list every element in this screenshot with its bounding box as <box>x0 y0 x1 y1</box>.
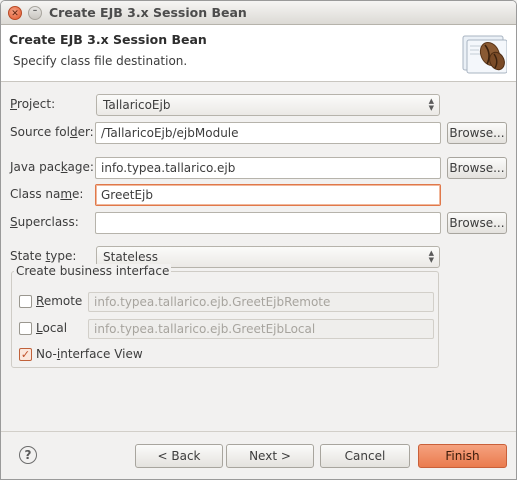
combo-arrows-icon: ▲ ▼ <box>428 249 434 264</box>
state-type-value: Stateless <box>103 250 158 264</box>
wizard-page-description: Specify class file destination. <box>13 54 188 68</box>
source-folder-input[interactable]: /TallaricoEjb/ejbModule <box>95 122 441 144</box>
title-bar[interactable]: ✕ – Create EJB 3.x Session Bean <box>1 1 516 25</box>
cancel-button[interactable]: Cancel <box>320 444 410 468</box>
next-button[interactable]: Next > <box>226 444 314 468</box>
remote-interface-input: info.typea.tallarico.ejb.GreetEjbRemote <box>88 292 434 312</box>
state-type-label: State type: <box>10 249 77 263</box>
local-label: Local <box>36 321 68 335</box>
project-value: TallaricoEjb <box>103 98 171 112</box>
dialog-window: ✕ – Create EJB 3.x Session Bean Create E… <box>0 0 517 480</box>
combo-arrows-icon: ▲ ▼ <box>428 97 434 112</box>
coffee-bean-icon <box>462 35 507 74</box>
browse-package-button[interactable]: Browse... <box>447 157 507 179</box>
close-window-icon[interactable]: ✕ <box>8 6 22 20</box>
class-name-input[interactable]: GreetEjb <box>95 184 441 206</box>
project-label: Project: <box>10 97 56 111</box>
source-folder-label: Source folder: <box>10 125 94 139</box>
no-interface-view-checkbox[interactable]: ✓ <box>19 348 32 361</box>
browse-superclass-button[interactable]: Browse... <box>447 212 507 234</box>
superclass-input[interactable] <box>95 212 441 234</box>
remote-checkbox[interactable] <box>19 295 32 308</box>
wizard-page-title: Create EJB 3.x Session Bean <box>9 32 207 47</box>
back-button[interactable]: < Back <box>135 444 223 468</box>
finish-button[interactable]: Finish <box>418 444 507 468</box>
remote-label: Remote <box>36 294 83 308</box>
business-interface-group-title: Create business interface <box>14 264 172 278</box>
no-interface-view-label: No-interface View <box>36 347 143 361</box>
footer-separator <box>1 431 516 432</box>
superclass-label: Superclass: <box>10 215 79 229</box>
browse-source-folder-button[interactable]: Browse... <box>447 122 507 144</box>
java-package-input[interactable]: info.typea.tallarico.ejb <box>95 157 441 179</box>
help-icon[interactable]: ? <box>19 446 37 464</box>
wizard-header: Create EJB 3.x Session Bean Specify clas… <box>1 25 516 82</box>
local-interface-input: info.typea.tallarico.ejb.GreetEjbLocal <box>88 319 434 339</box>
java-package-label: Java package: <box>10 160 94 174</box>
project-combo[interactable]: TallaricoEjb ▲ ▼ <box>96 94 440 116</box>
class-name-label: Class name: <box>10 187 84 201</box>
minimize-window-icon[interactable]: – <box>28 6 42 20</box>
local-checkbox[interactable] <box>19 322 32 335</box>
window-title: Create EJB 3.x Session Bean <box>49 5 247 20</box>
